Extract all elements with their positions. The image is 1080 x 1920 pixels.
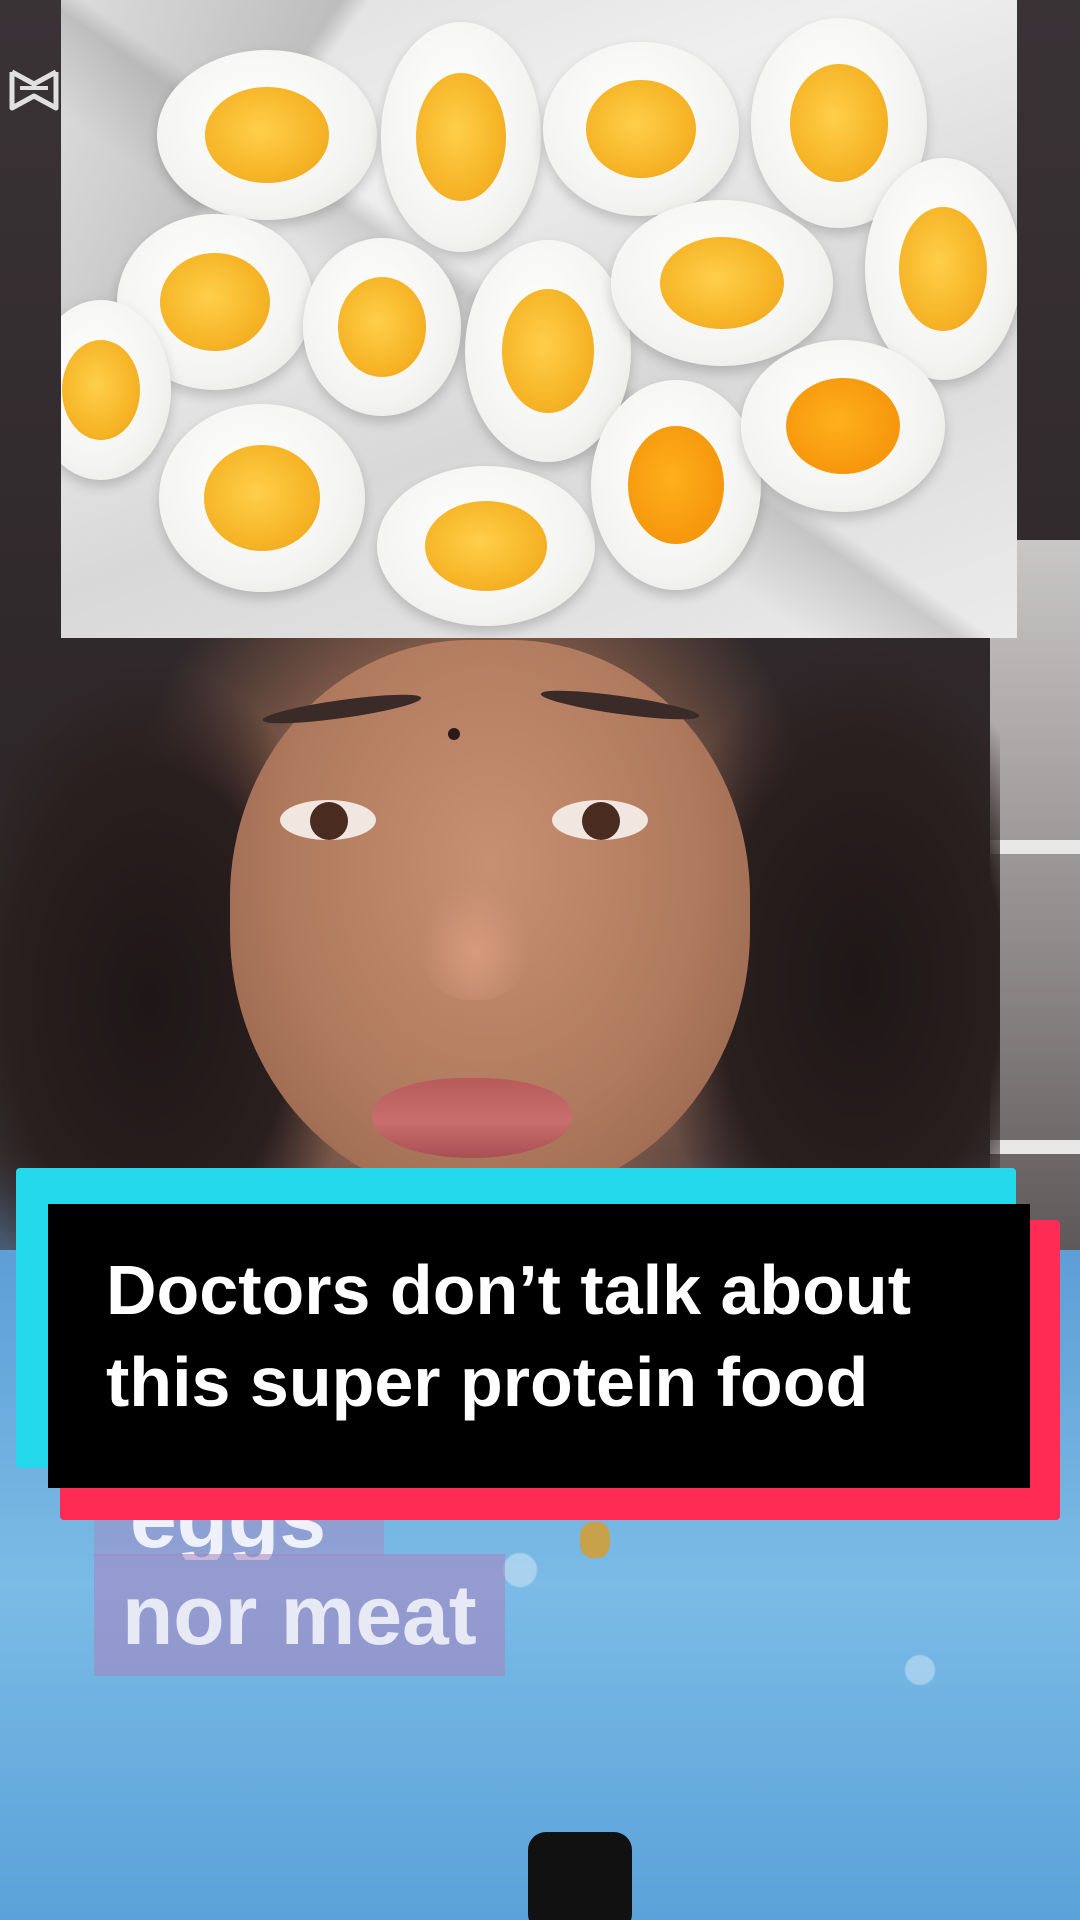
presenter-nose [420, 880, 530, 1000]
egg-half [381, 22, 541, 252]
presenter-pendant [580, 1522, 610, 1558]
caption-line-1: Doctors don’t talk about [106, 1251, 911, 1329]
egg-half [865, 158, 1017, 380]
video-frame[interactable]: eggs Doctors don’t talk about this super… [0, 0, 1080, 1920]
presenter-bindi [448, 728, 460, 740]
capcut-logo-icon [9, 69, 59, 111]
egg-half [543, 42, 739, 216]
background-shelf [990, 840, 1080, 854]
caption-line-2: this super protein food [106, 1343, 869, 1421]
boiled-eggs-image [61, 0, 1017, 638]
caption-text: Doctors don’t talk about this super prot… [106, 1244, 1006, 1428]
lapel-microphone [528, 1832, 632, 1920]
egg-half [157, 50, 377, 220]
egg-half [159, 404, 365, 592]
background-shelf [990, 1140, 1080, 1154]
presenter-lips [372, 1078, 572, 1158]
egg-half [303, 238, 461, 416]
subtitle-text: nor meat [94, 1554, 505, 1676]
egg-half [591, 380, 761, 590]
egg-half [741, 340, 945, 512]
egg-half [611, 200, 833, 366]
caption-card: Doctors don’t talk about this super prot… [16, 1168, 1064, 1524]
background-wall [990, 540, 1080, 1260]
presenter-eye [280, 800, 376, 840]
egg-half [377, 466, 595, 626]
presenter-eye [552, 800, 648, 840]
